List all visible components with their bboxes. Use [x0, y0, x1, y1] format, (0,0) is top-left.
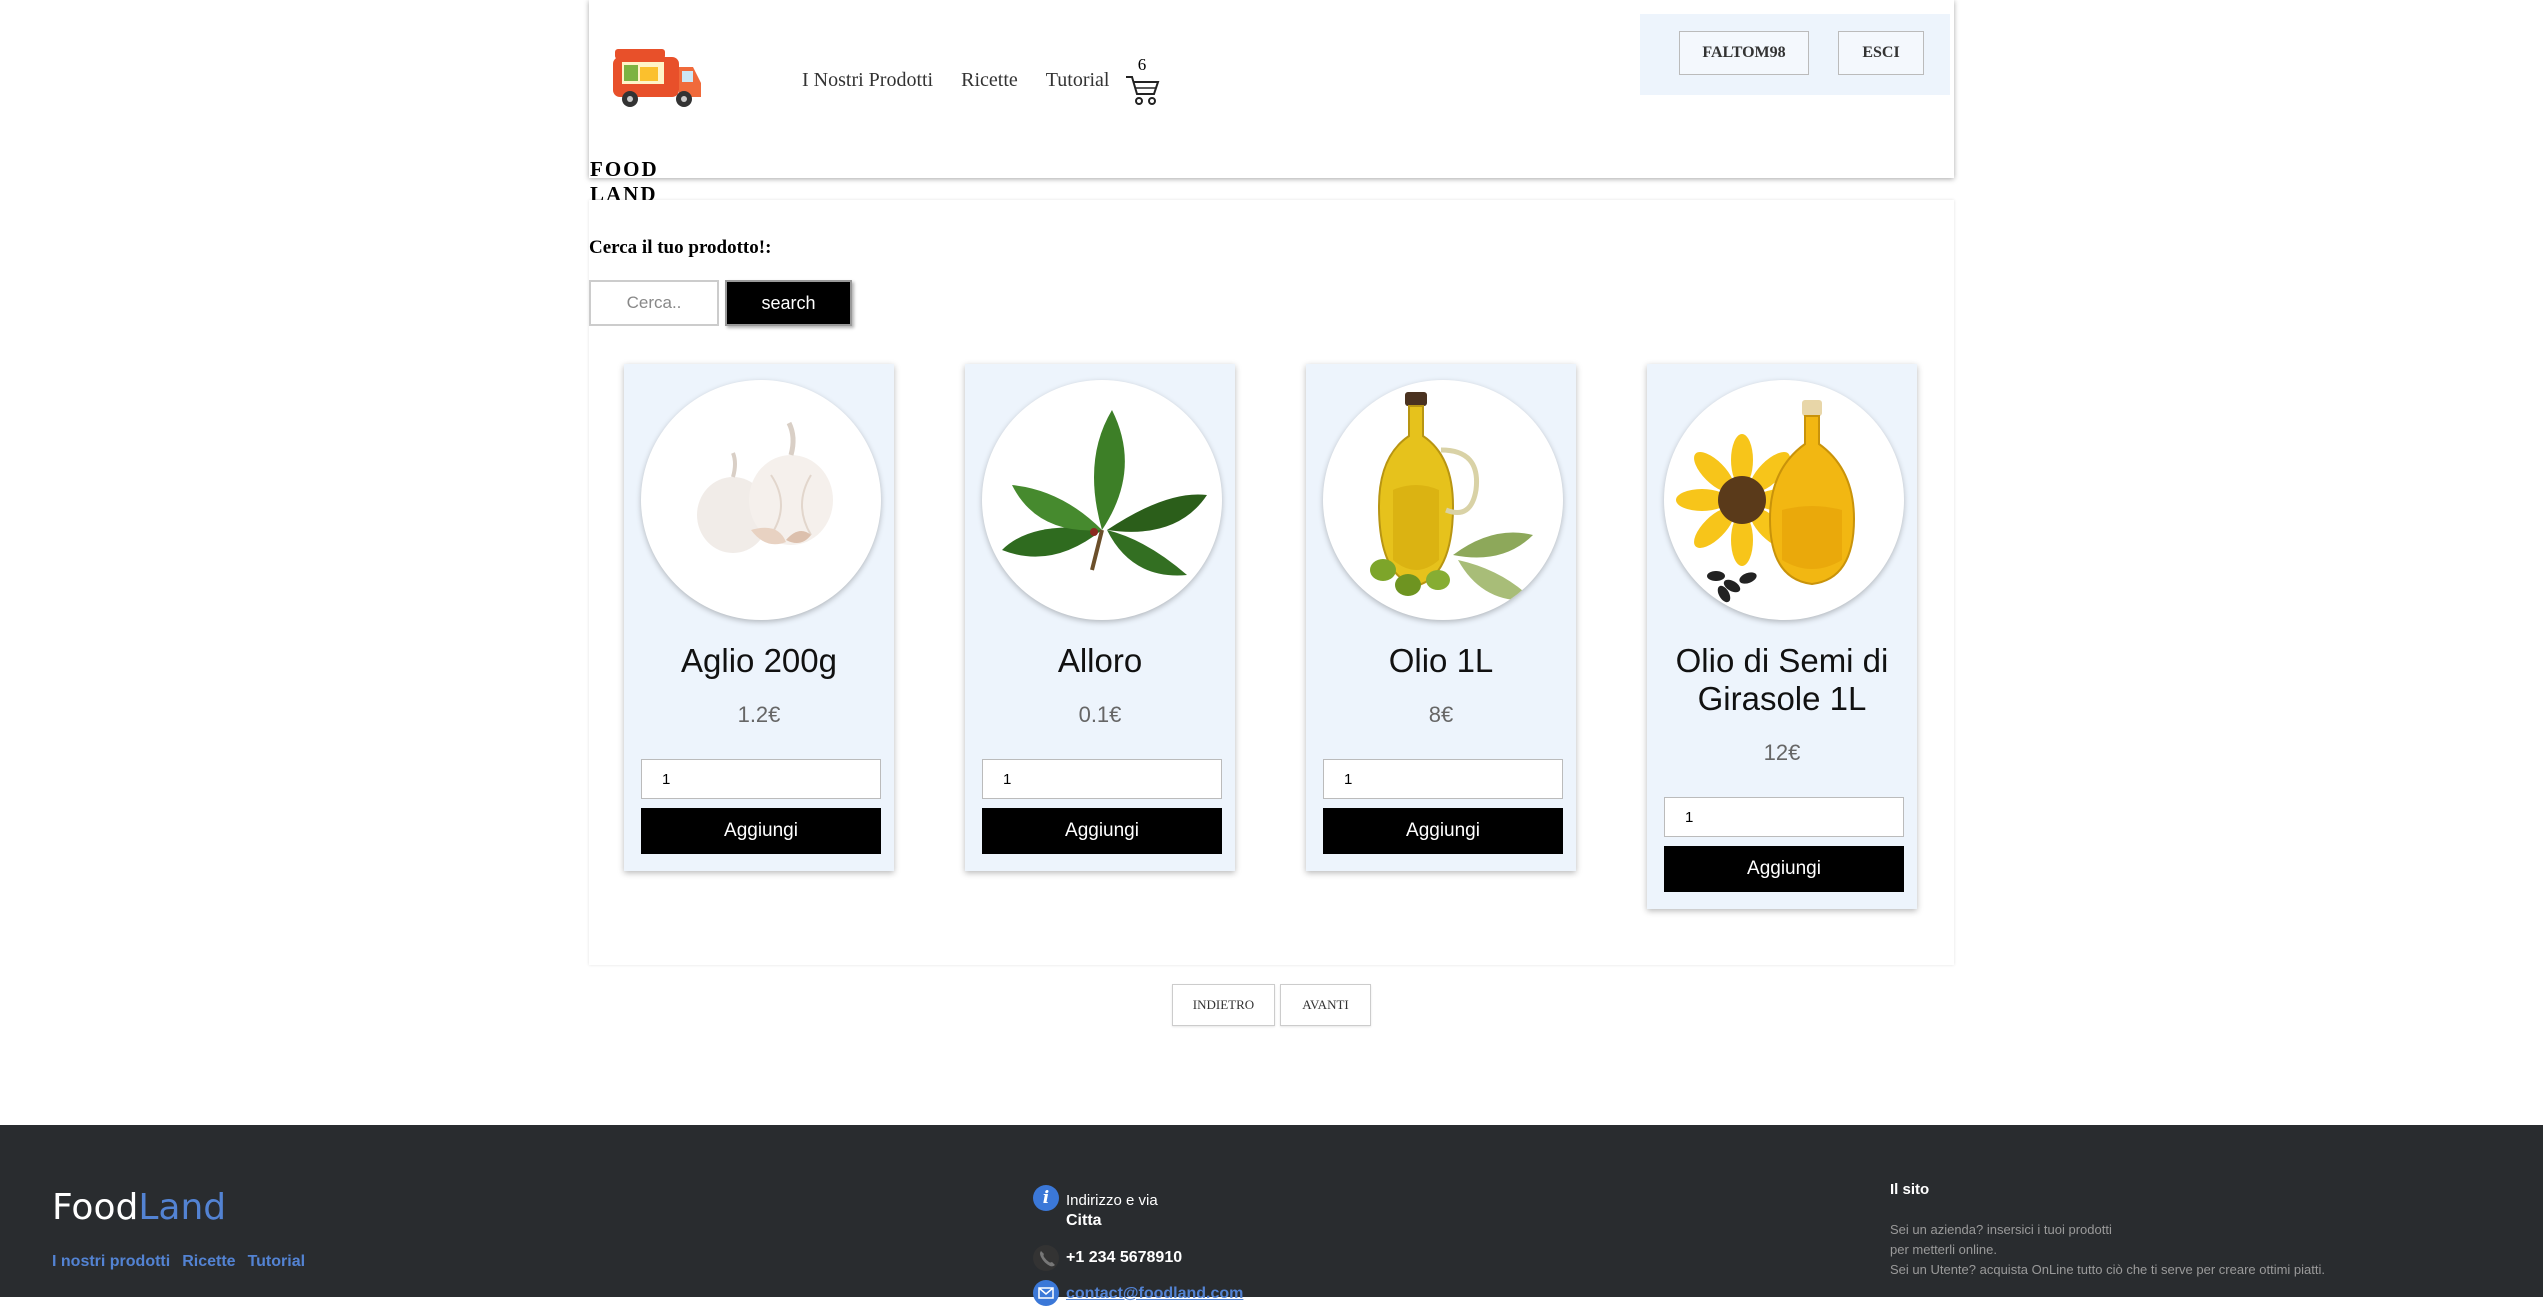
product-card: Olio di Semi di Girasole 1L 12€ Aggiungi	[1647, 364, 1917, 909]
address-line1: Indirizzo e via	[1066, 1192, 1158, 1209]
product-name: Olio 1L	[1388, 642, 1494, 679]
add-to-cart-button[interactable]: Aggiungi	[982, 808, 1222, 854]
quantity-input[interactable]	[1323, 759, 1563, 799]
olive-oil-icon	[1370, 392, 1533, 601]
footer-brand-part1: Food	[52, 1187, 139, 1228]
add-to-cart-button[interactable]: Aggiungi	[641, 808, 881, 854]
bay-leaf-icon	[1002, 410, 1207, 576]
pagination-next-button[interactable]: AVANTI	[1280, 984, 1371, 1026]
product-price: 0.1€	[1078, 702, 1122, 727]
email-link[interactable]: contact@foodland.com	[1066, 1285, 1243, 1303]
product-image	[982, 380, 1222, 620]
about-text: Sei un azienda? insersici i tuoi prodott…	[1890, 1220, 2490, 1280]
food-truck-icon	[613, 49, 701, 107]
product-price: 12€	[1763, 740, 1801, 765]
footer-links: I nostri prodotti Ricette Tutorial	[52, 1253, 305, 1271]
footer-link-tutorial[interactable]: Tutorial	[248, 1253, 305, 1271]
footer-brand-part2: Land	[138, 1187, 227, 1228]
about-line: Sei un azienda? insersici i tuoi prodott…	[1890, 1222, 2112, 1237]
phone-number: +1 234 5678910	[1066, 1249, 1183, 1266]
products-panel: Cerca il tuo prodotto!: search Aglio 200…	[589, 200, 1954, 965]
garlic-icon	[697, 421, 833, 553]
footer-link-prodotti[interactable]: I nostri prodotti	[52, 1253, 170, 1271]
sunflower-oil-icon	[1676, 400, 1856, 603]
footer-about: Il sito Sei un azienda? insersici i tuoi…	[1890, 1181, 2490, 1280]
search-input[interactable]	[589, 280, 719, 326]
product-card: Aglio 200g 1.2€ Aggiungi	[624, 364, 894, 871]
product-image	[1323, 380, 1563, 620]
logout-button[interactable]: ESCI	[1838, 31, 1924, 75]
pagination-prev-button[interactable]: INDIETRO	[1172, 984, 1275, 1026]
cart-button[interactable]: 6	[1124, 55, 1160, 107]
site-header: FOOD LAND I Nostri Prodotti Ricette Tuto…	[589, 0, 1954, 206]
user-account-button[interactable]: FALTOM98	[1679, 31, 1809, 75]
product-name: Aglio 200g	[681, 642, 837, 679]
product-card: Alloro 0.1€ Aggiungi	[965, 364, 1235, 871]
product-card: Olio 1L 8€ Aggiungi	[1306, 364, 1576, 871]
cart-count: 6	[1137, 55, 1147, 74]
quantity-input[interactable]	[982, 759, 1222, 799]
quantity-input[interactable]	[1664, 797, 1904, 837]
about-line: Sei un Utente? acquista OnLine tutto ciò…	[1890, 1262, 2326, 1277]
product-image	[641, 380, 881, 620]
footer-link-ricette[interactable]: Ricette	[182, 1253, 235, 1271]
product-price: 1.2€	[737, 702, 781, 727]
product-name: Alloro	[1057, 642, 1143, 679]
search-button[interactable]: search	[725, 280, 852, 326]
user-box: FALTOM98 ESCI	[1640, 14, 1950, 95]
product-name: Olio di Semi di Girasole 1L	[1675, 642, 1889, 717]
site-footer: FoodLand I nostri prodotti Ricette Tutor…	[0, 1125, 2543, 1306]
search-label: Cerca il tuo prodotto!:	[589, 237, 772, 258]
cart-icon	[1126, 76, 1160, 105]
product-price: 8€	[1428, 702, 1454, 727]
quantity-input[interactable]	[641, 759, 881, 799]
nav-link-tutorial[interactable]: Tutorial	[1046, 69, 1110, 92]
nav-link-prodotti[interactable]: I Nostri Prodotti	[802, 69, 933, 92]
info-icon: i	[1033, 1185, 1059, 1211]
add-to-cart-button[interactable]: Aggiungi	[1323, 808, 1563, 854]
nav-link-ricette[interactable]: Ricette	[961, 69, 1018, 92]
footer-brand: FoodLand	[52, 1187, 226, 1228]
about-line: per metterli online.	[1890, 1242, 1997, 1257]
product-image	[1664, 380, 1904, 620]
address-line2: Citta	[1066, 1212, 1102, 1229]
logo[interactable]: FOOD LAND	[590, 45, 722, 206]
add-to-cart-button[interactable]: Aggiungi	[1664, 846, 1904, 892]
mail-icon	[1033, 1280, 1059, 1306]
about-title: Il sito	[1890, 1181, 1930, 1198]
phone-icon	[1033, 1245, 1059, 1271]
main-nav: I Nostri Prodotti Ricette Tutorial	[802, 69, 1110, 92]
